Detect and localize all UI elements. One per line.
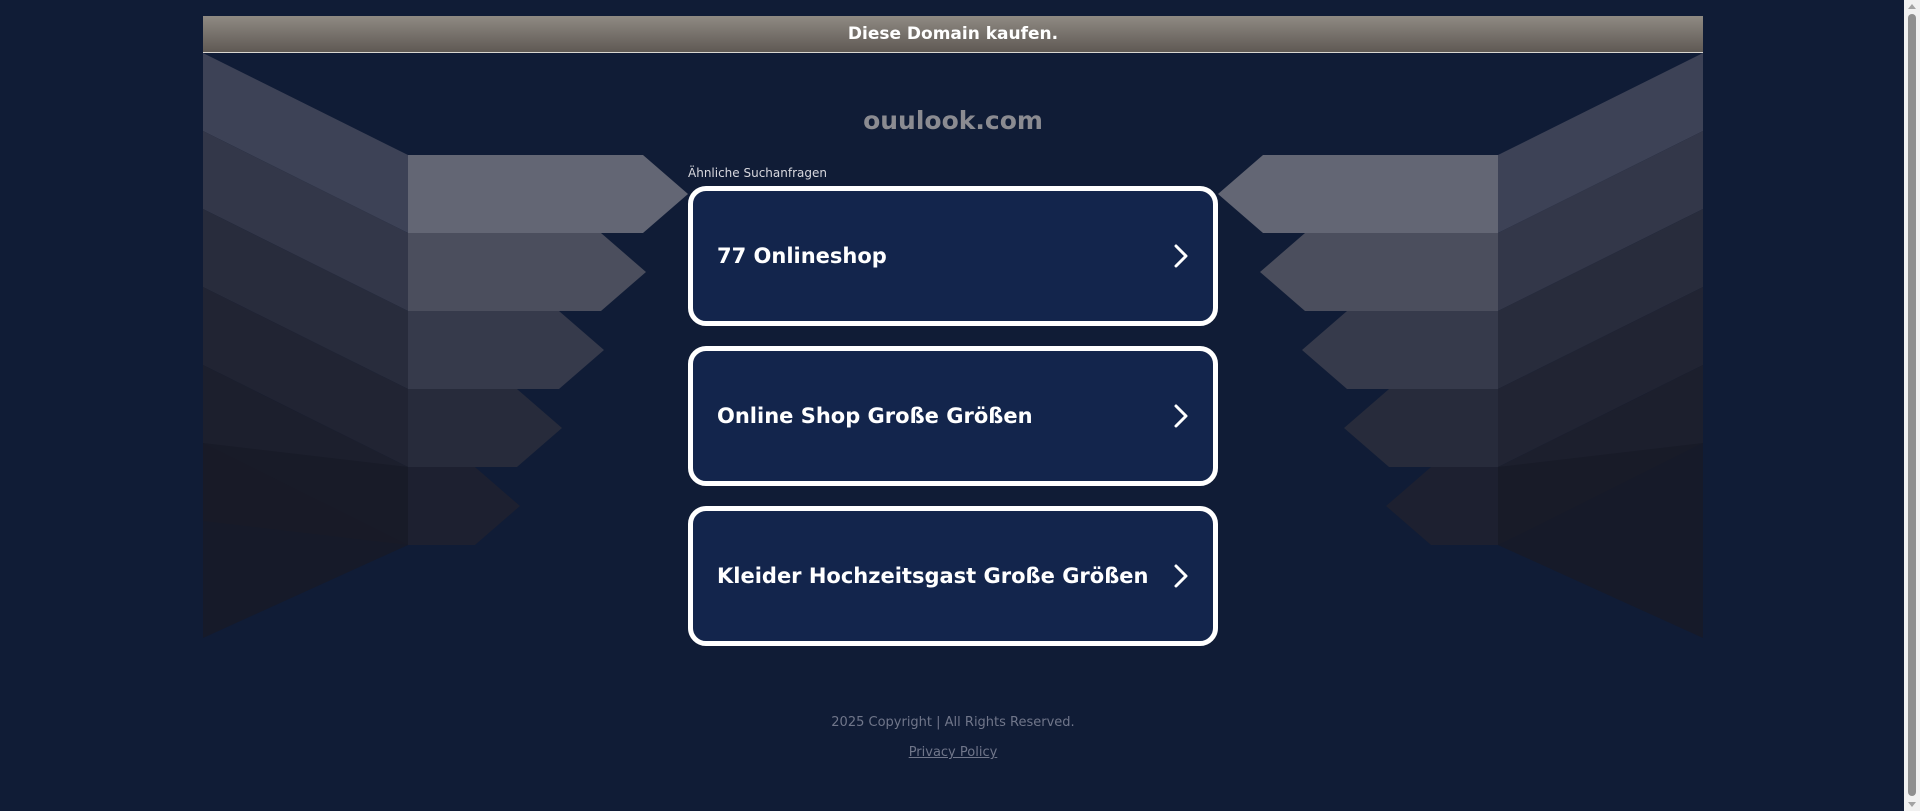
related-searches-label: Ähnliche Suchanfragen xyxy=(688,166,827,180)
privacy-policy-link[interactable]: Privacy Policy xyxy=(909,745,998,760)
related-search-link-1[interactable]: 77 Onlineshop xyxy=(688,186,1218,326)
chevron-right-icon xyxy=(1174,404,1188,428)
scrollbar-thumb[interactable] xyxy=(1908,14,1916,796)
related-search-link-3[interactable]: Kleider Hochzeitsgast Große Größen xyxy=(688,506,1218,646)
chevron-right-icon xyxy=(1174,564,1188,588)
domain-title: ouulook.com xyxy=(863,106,1043,135)
scroll-down-arrow-icon[interactable] xyxy=(1908,802,1916,807)
related-search-label: 77 Onlineshop xyxy=(717,244,887,268)
vertical-scrollbar[interactable] xyxy=(1904,0,1920,811)
related-search-link-2[interactable]: Online Shop Große Größen xyxy=(688,346,1218,486)
scroll-up-arrow-icon[interactable] xyxy=(1908,4,1916,9)
page: Diese Domain kaufen. ouulook.com Ähnlich… xyxy=(0,0,1904,811)
chevron-right-icon xyxy=(1174,244,1188,268)
privacy-policy-container: Privacy Policy xyxy=(203,744,1703,761)
related-search-label: Online Shop Große Größen xyxy=(717,404,1033,428)
copyright-text: 2025 Copyright | All Rights Reserved. xyxy=(831,715,1075,730)
buy-domain-banner[interactable]: Diese Domain kaufen. xyxy=(203,16,1703,53)
related-search-label: Kleider Hochzeitsgast Große Größen xyxy=(717,564,1149,588)
